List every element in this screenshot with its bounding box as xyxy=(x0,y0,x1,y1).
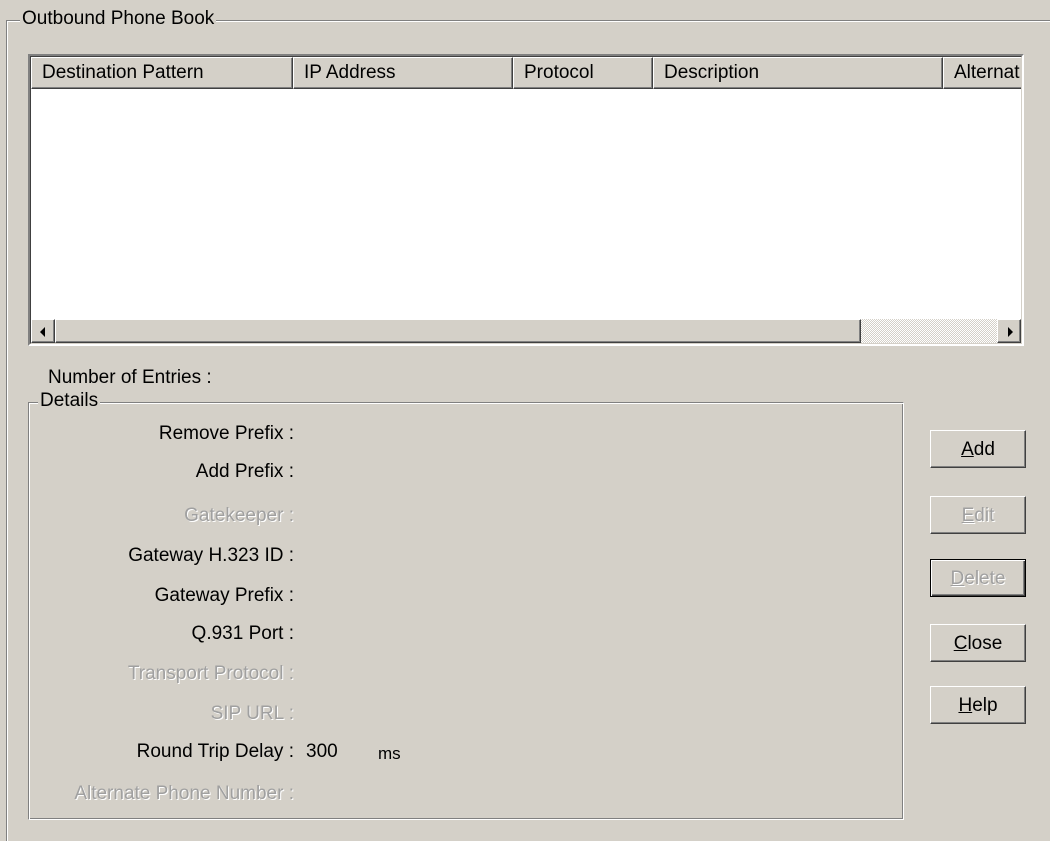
round-trip-delay-unit: ms xyxy=(378,744,401,763)
arrow-left-icon xyxy=(40,327,45,337)
edit-button-label: dit xyxy=(974,504,995,526)
gateway-h323-id-label: Gateway H.323 ID : xyxy=(128,545,294,566)
round-trip-delay-value: 300 xyxy=(306,741,338,762)
q931-port-label: Q.931 Port : xyxy=(191,623,294,644)
column-header-ip-address[interactable]: IP Address xyxy=(293,57,513,89)
help-button[interactable]: Help xyxy=(930,686,1026,724)
list-header: Destination Pattern IP Address Protocol … xyxy=(31,57,1021,89)
transport-protocol-label: Transport Protocol : xyxy=(127,663,294,684)
column-header-destination-pattern[interactable]: Destination Pattern xyxy=(31,57,293,89)
close-mnemonic: C xyxy=(953,632,968,654)
add-button[interactable]: Add xyxy=(930,430,1026,468)
round-trip-delay-label: Round Trip Delay : xyxy=(136,741,294,762)
sip-url-label: SIP URL : xyxy=(210,703,294,724)
scrollbar-track[interactable] xyxy=(861,319,997,343)
column-header-alternate[interactable]: Alternat xyxy=(943,57,1021,89)
help-mnemonic: H xyxy=(958,694,973,716)
number-of-entries-label: Number of Entries : xyxy=(48,367,212,388)
edit-button[interactable]: Edit xyxy=(930,496,1026,534)
column-header-protocol[interactable]: Protocol xyxy=(513,57,653,89)
gateway-prefix-label: Gateway Prefix : xyxy=(154,585,294,606)
edit-mnemonic: E xyxy=(961,504,975,526)
list-body[interactable] xyxy=(31,89,1021,319)
close-button-label: lose xyxy=(967,632,1003,654)
help-button-label: elp xyxy=(972,694,998,716)
phonebook-group-title: Outbound Phone Book xyxy=(20,8,217,30)
scroll-left-button[interactable] xyxy=(31,319,55,343)
delete-mnemonic: D xyxy=(950,567,965,589)
phonebook-list[interactable]: Destination Pattern IP Address Protocol … xyxy=(28,54,1024,346)
remove-prefix-label: Remove Prefix : xyxy=(158,423,294,444)
alternate-phone-number-label: Alternate Phone Number : xyxy=(74,783,294,804)
delete-button[interactable]: Delete xyxy=(930,559,1026,597)
add-prefix-label: Add Prefix : xyxy=(195,461,294,482)
arrow-right-icon xyxy=(1008,327,1013,337)
add-button-label: dd xyxy=(973,438,995,460)
close-button[interactable]: Close xyxy=(930,624,1026,662)
scroll-right-button[interactable] xyxy=(997,319,1021,343)
add-mnemonic: A xyxy=(961,438,974,460)
column-header-description[interactable]: Description xyxy=(653,57,943,89)
gatekeeper-label: Gatekeeper : xyxy=(184,505,294,526)
horizontal-scrollbar[interactable] xyxy=(31,319,1021,343)
delete-button-label: elete xyxy=(964,567,1006,589)
scrollbar-thumb[interactable] xyxy=(55,319,861,343)
details-group-title: Details xyxy=(38,390,101,412)
